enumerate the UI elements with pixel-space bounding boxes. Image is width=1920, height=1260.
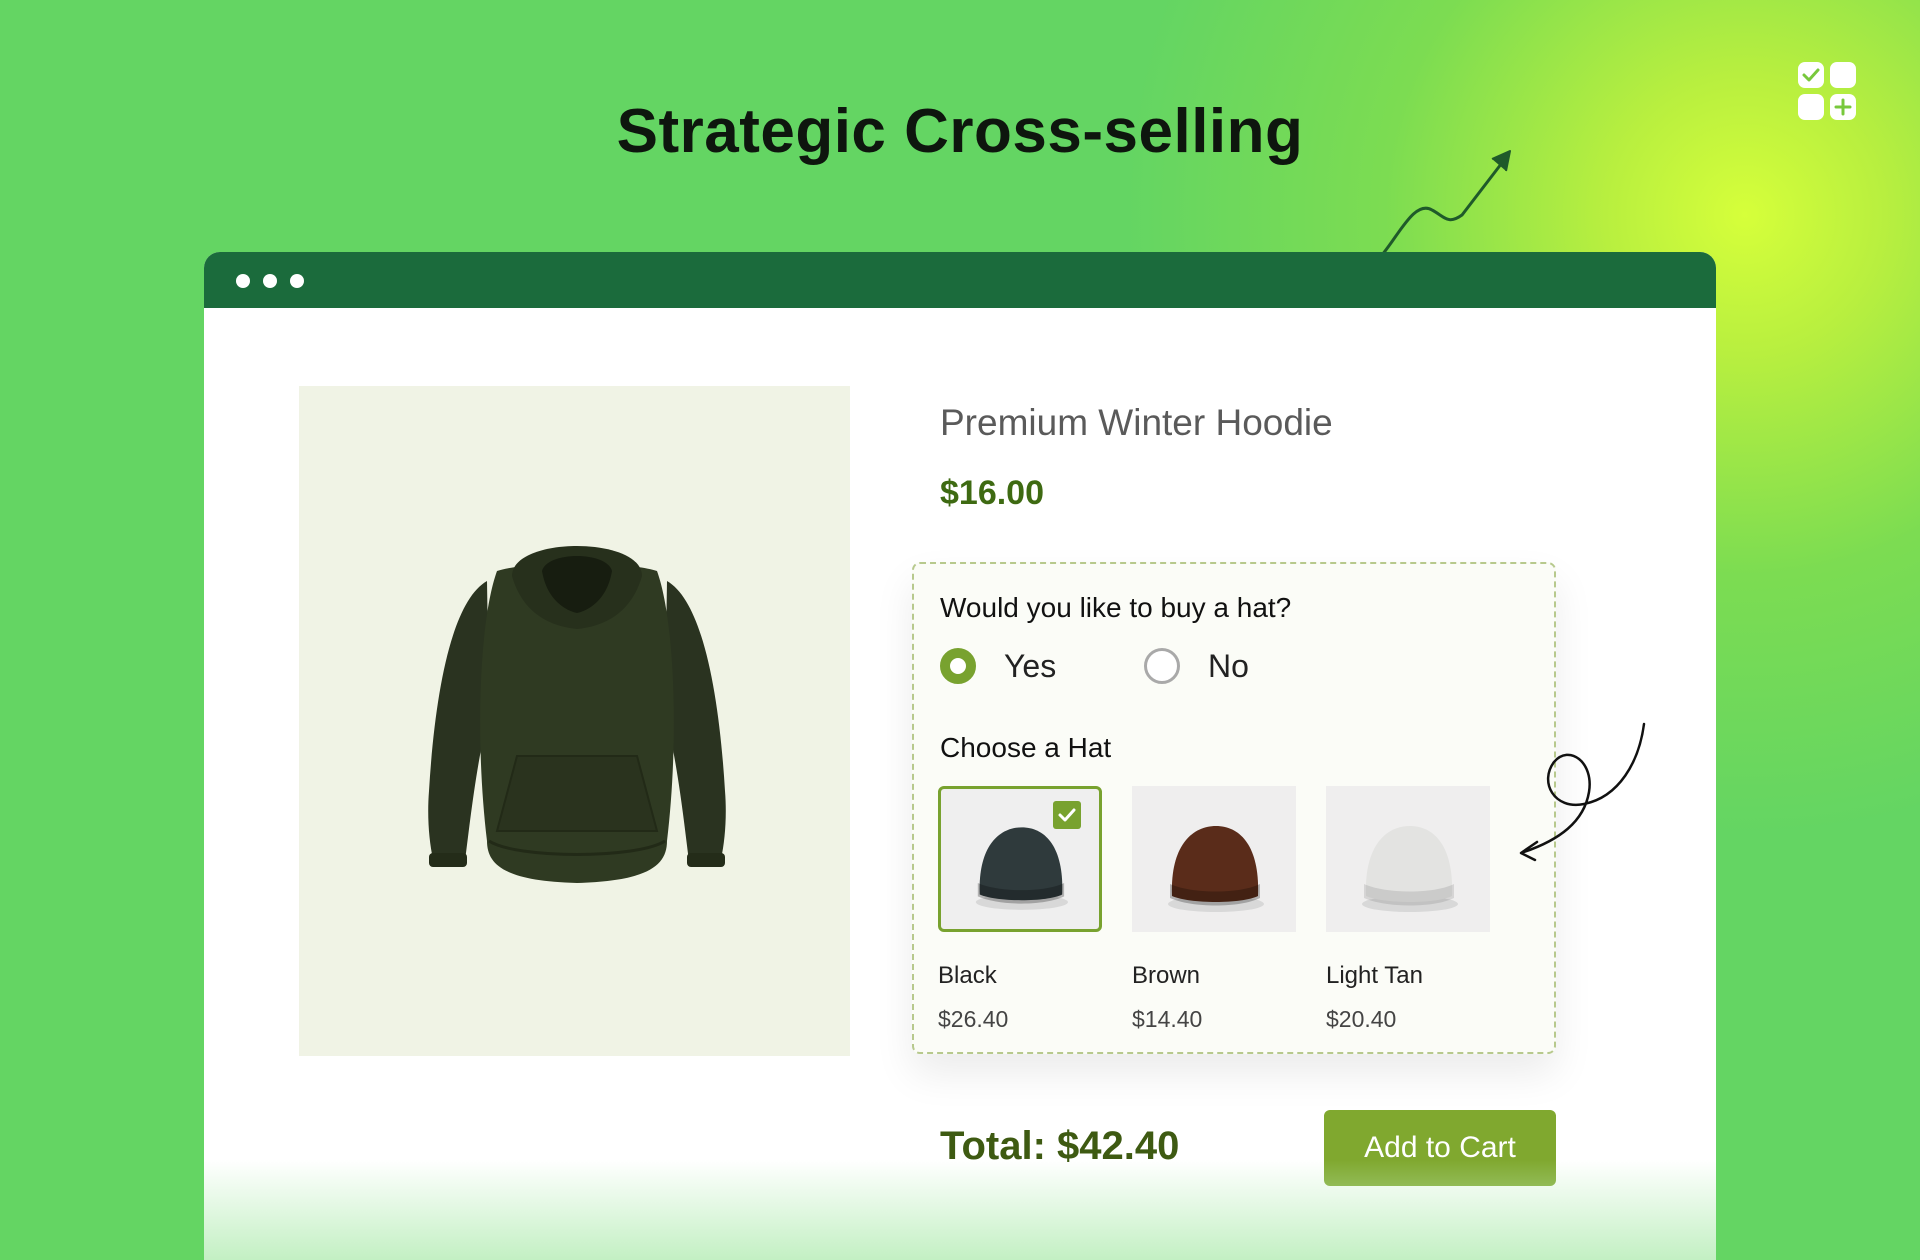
hat-option-light-tan[interactable]: Light Tan $20.40 bbox=[1326, 786, 1490, 1032]
beanie-light-tan-image bbox=[1362, 826, 1458, 912]
beanie-brown-image bbox=[1168, 826, 1264, 912]
hat-name: Light Tan bbox=[1326, 962, 1423, 989]
window-dot-icon bbox=[290, 274, 304, 288]
hat-price: $26.40 bbox=[938, 1006, 1009, 1032]
cross-sell-panel: Would you like to buy a hat? Yes No Choo… bbox=[912, 562, 1556, 1054]
curly-arrow-icon bbox=[1519, 722, 1646, 862]
product-image bbox=[299, 386, 850, 1056]
window-dot-icon bbox=[263, 274, 277, 288]
browser-window: Premium Winter Hoodie $16.00 Would you l… bbox=[204, 252, 1716, 1260]
hat-name: Brown bbox=[1132, 962, 1201, 989]
radio-unchecked-icon[interactable] bbox=[1144, 648, 1180, 684]
hat-thumbnail[interactable] bbox=[1132, 786, 1296, 932]
hat-price: $14.40 bbox=[1132, 1006, 1203, 1032]
hat-thumbnail[interactable] bbox=[938, 786, 1102, 932]
bottom-fade bbox=[204, 1160, 1716, 1260]
radio-yes-label: Yes bbox=[1004, 647, 1057, 684]
product-price: $16.00 bbox=[940, 474, 1044, 512]
app-logo-icon bbox=[1798, 62, 1856, 120]
page-headline: Strategic Cross-selling bbox=[616, 97, 1304, 166]
hat-option-brown[interactable]: Brown $14.40 bbox=[1132, 786, 1296, 1032]
selected-check-icon bbox=[1053, 801, 1081, 829]
radio-no[interactable]: No bbox=[1144, 644, 1249, 688]
hat-option-black[interactable]: Black $26.40 bbox=[938, 786, 1102, 1032]
radio-checked-icon[interactable] bbox=[940, 648, 976, 684]
radio-yes[interactable]: Yes bbox=[940, 644, 1056, 688]
choose-hat-label: Choose a Hat bbox=[940, 732, 1112, 763]
window-dot-icon bbox=[236, 274, 250, 288]
window-titlebar bbox=[204, 252, 1716, 308]
hat-name: Black bbox=[938, 962, 997, 989]
hoodie-image bbox=[428, 546, 726, 883]
hat-thumbnail[interactable] bbox=[1326, 786, 1490, 932]
growth-arrow-icon bbox=[1380, 150, 1511, 257]
cross-sell-question: Would you like to buy a hat? bbox=[940, 592, 1292, 623]
radio-no-label: No bbox=[1208, 647, 1249, 684]
hat-price: $20.40 bbox=[1326, 1006, 1397, 1032]
product-title: Premium Winter Hoodie bbox=[940, 402, 1333, 443]
